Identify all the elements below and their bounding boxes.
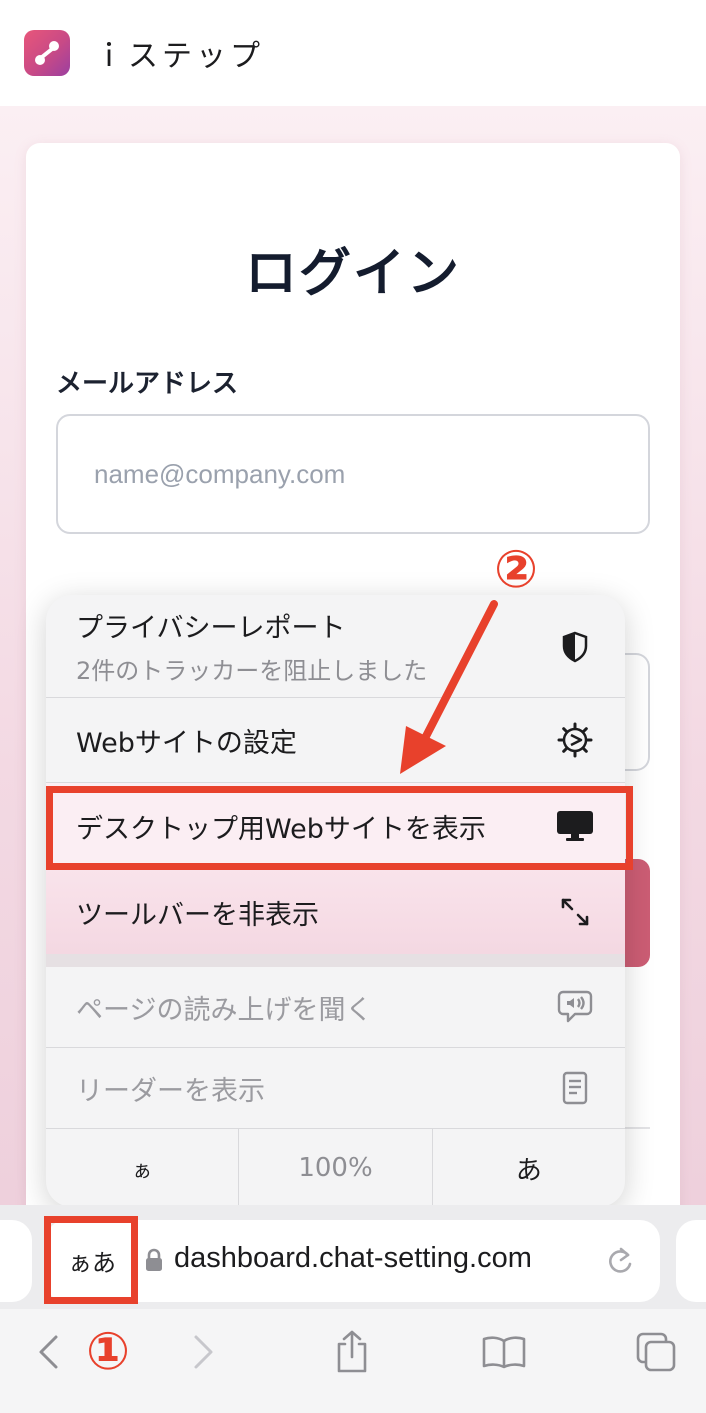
book-icon[interactable] bbox=[480, 1328, 528, 1376]
lock-icon bbox=[146, 1248, 162, 1271]
email-label: メールアドレス bbox=[56, 369, 239, 399]
listen-label: ページの読み上げを聞く bbox=[76, 994, 373, 1026]
annotation-highlight-desktop-site bbox=[46, 786, 633, 870]
zoom-out-button[interactable]: ぁ bbox=[46, 1129, 238, 1207]
annotation-arrow-icon bbox=[400, 600, 498, 774]
menu-item-show-reader[interactable]: リーダーを表示 bbox=[46, 1048, 625, 1128]
menu-item-hide-toolbar[interactable]: ツールバーを非表示 bbox=[46, 870, 625, 954]
tabs-icon[interactable] bbox=[632, 1328, 680, 1376]
app-logo-icon bbox=[24, 30, 70, 76]
menu-item-privacy-report[interactable]: プライバシーレポート 2件のトラッカーを阻止しました bbox=[46, 595, 625, 697]
hide-toolbar-label: ツールバーを非表示 bbox=[76, 899, 319, 931]
reader-label: リーダーを表示 bbox=[76, 1075, 265, 1107]
chevron-left-icon[interactable] bbox=[24, 1328, 72, 1376]
zoom-level[interactable]: 100% bbox=[238, 1129, 431, 1207]
zoom-in-button[interactable]: あ bbox=[431, 1129, 625, 1207]
speaker-bubble-icon bbox=[555, 987, 595, 1027]
shield-icon bbox=[555, 627, 595, 667]
privacy-report-label: プライバシーレポート bbox=[76, 613, 346, 644]
login-title: ログイン bbox=[244, 244, 461, 304]
url-text[interactable]: dashboard.chat-setting.com bbox=[174, 1242, 532, 1275]
document-icon bbox=[555, 1068, 595, 1108]
website-settings-label: Webサイトの設定 bbox=[76, 727, 297, 759]
app-name: ｉステップ bbox=[94, 39, 264, 74]
zoom-controls: ぁ 100% あ bbox=[46, 1128, 625, 1207]
menu-group-gap bbox=[46, 954, 625, 967]
safari-page-menu: プライバシーレポート 2件のトラッカーを阻止しました Webサイトの設定 デスク… bbox=[46, 595, 625, 1207]
gear-icon bbox=[555, 720, 595, 760]
privacy-report-sub: 2件のトラッカーを阻止しました bbox=[76, 657, 428, 685]
menu-item-listen-to-page[interactable]: ページの読み上げを聞く bbox=[46, 967, 625, 1047]
annotation-step-2: ② bbox=[494, 540, 539, 600]
expand-arrows-icon bbox=[555, 892, 595, 932]
annotation-highlight-aa-button bbox=[44, 1216, 138, 1304]
next-tab-pill[interactable] bbox=[676, 1220, 706, 1302]
share-icon[interactable] bbox=[328, 1328, 376, 1376]
previous-tab-pill[interactable] bbox=[0, 1220, 32, 1302]
reload-icon[interactable] bbox=[604, 1244, 636, 1278]
annotation-step-1: ① bbox=[86, 1322, 131, 1382]
app-header: ｉステップ bbox=[0, 0, 706, 106]
menu-item-website-settings[interactable]: Webサイトの設定 bbox=[46, 698, 625, 782]
chevron-right-icon[interactable] bbox=[180, 1328, 228, 1376]
email-input[interactable] bbox=[56, 414, 650, 534]
